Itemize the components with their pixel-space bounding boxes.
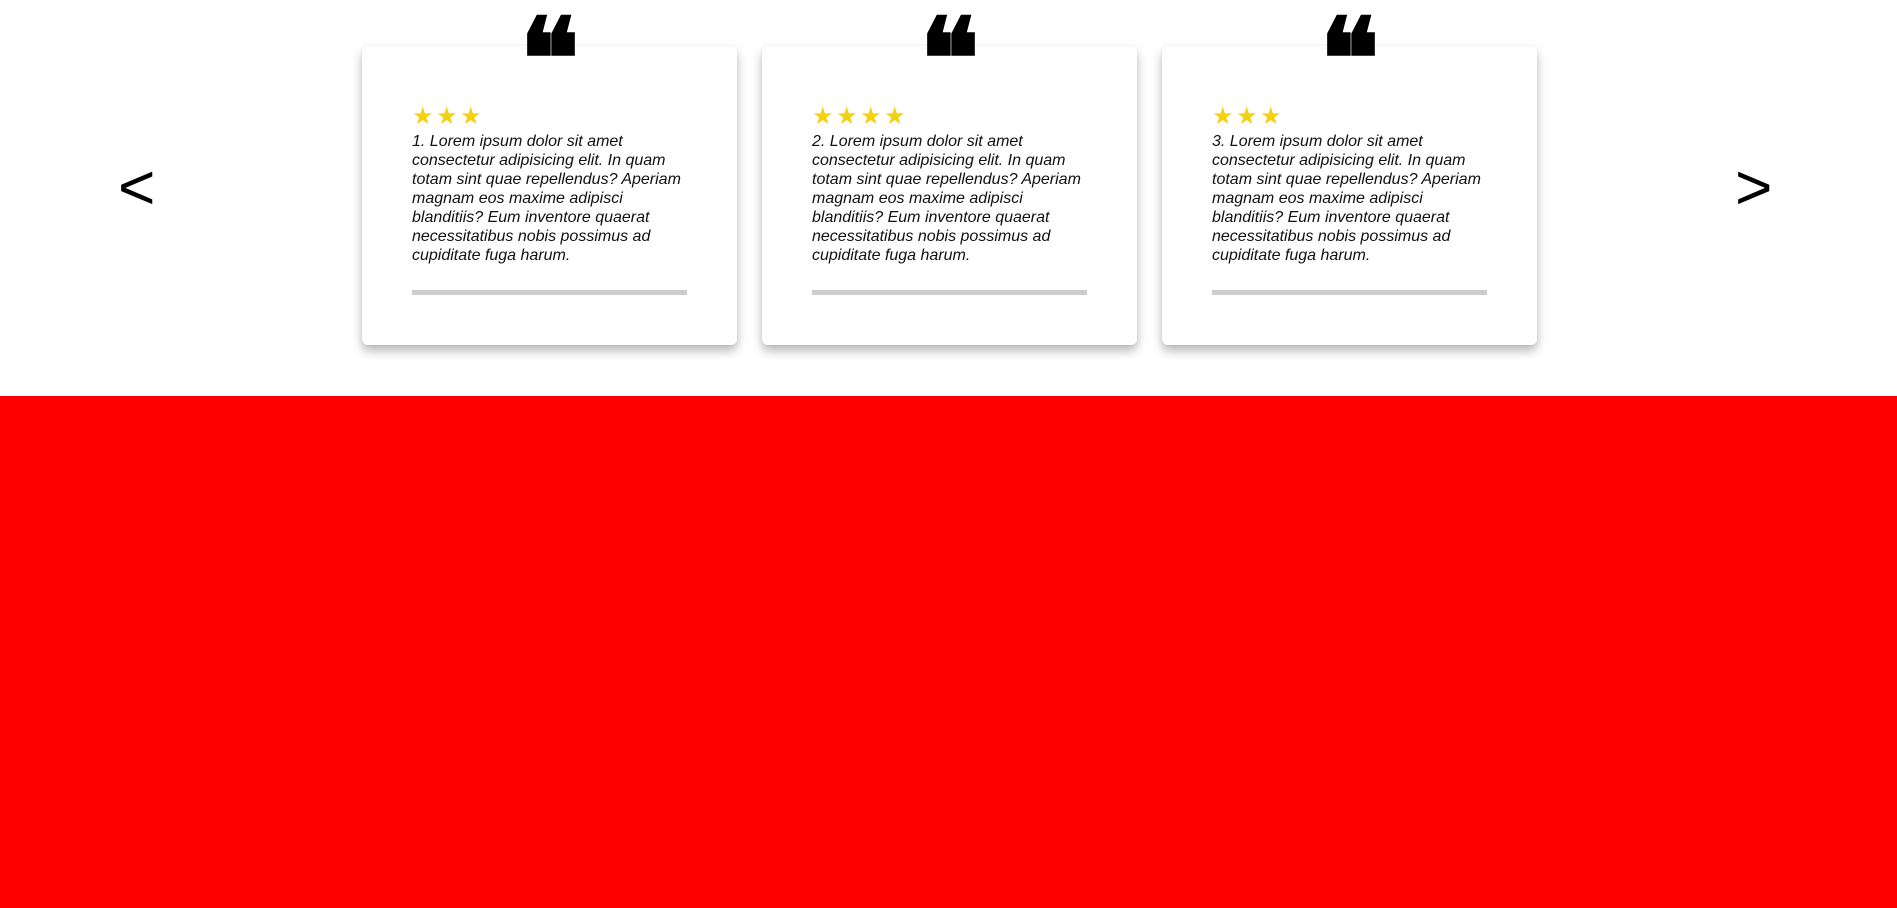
- testimonial-text: 1. Lorem ipsum dolor sit amet consectetu…: [412, 133, 681, 264]
- card-divider: [1212, 290, 1487, 295]
- star-icon: ★: [460, 102, 486, 130]
- card-divider: [812, 290, 1087, 295]
- testimonial-card: ❝ ★★★★ 2. Lorem ipsum dolor sit amet con…: [762, 4, 1137, 345]
- star-icon: ★: [884, 102, 910, 130]
- quote-icon: ❝: [919, 0, 980, 125]
- star-rating: ★★★★: [812, 104, 908, 128]
- page: < ❝ ★★★ 1. Lorem ipsum dolor sit amet co…: [0, 0, 1897, 908]
- star-icon: ★: [1212, 102, 1238, 130]
- carousel-next-button[interactable]: >: [1735, 155, 1772, 219]
- star-icon: ★: [860, 102, 886, 130]
- quote-icon: ❝: [1319, 0, 1380, 125]
- testimonial-card: ❝ ★★★ 3. Lorem ipsum dolor sit amet cons…: [1162, 4, 1537, 345]
- star-icon: ★: [836, 102, 862, 130]
- quote-icon: ❝: [519, 0, 580, 125]
- carousel-prev-button[interactable]: <: [118, 155, 155, 219]
- testimonial-card: ❝ ★★★ 1. Lorem ipsum dolor sit amet cons…: [362, 4, 737, 345]
- star-icon: ★: [812, 102, 838, 130]
- testimonial-text: 2. Lorem ipsum dolor sit amet consectetu…: [812, 133, 1081, 264]
- star-icon: ★: [436, 102, 462, 130]
- star-icon: ★: [412, 102, 438, 130]
- red-content-section: [0, 396, 1897, 908]
- star-icon: ★: [1236, 102, 1262, 130]
- star-rating: ★★★: [1212, 104, 1284, 128]
- star-rating: ★★★: [412, 104, 484, 128]
- testimonials-carousel: < ❝ ★★★ 1. Lorem ipsum dolor sit amet co…: [0, 0, 1897, 396]
- testimonial-text: 3. Lorem ipsum dolor sit amet consectetu…: [1212, 133, 1481, 264]
- card-divider: [412, 290, 687, 295]
- star-icon: ★: [1260, 102, 1286, 130]
